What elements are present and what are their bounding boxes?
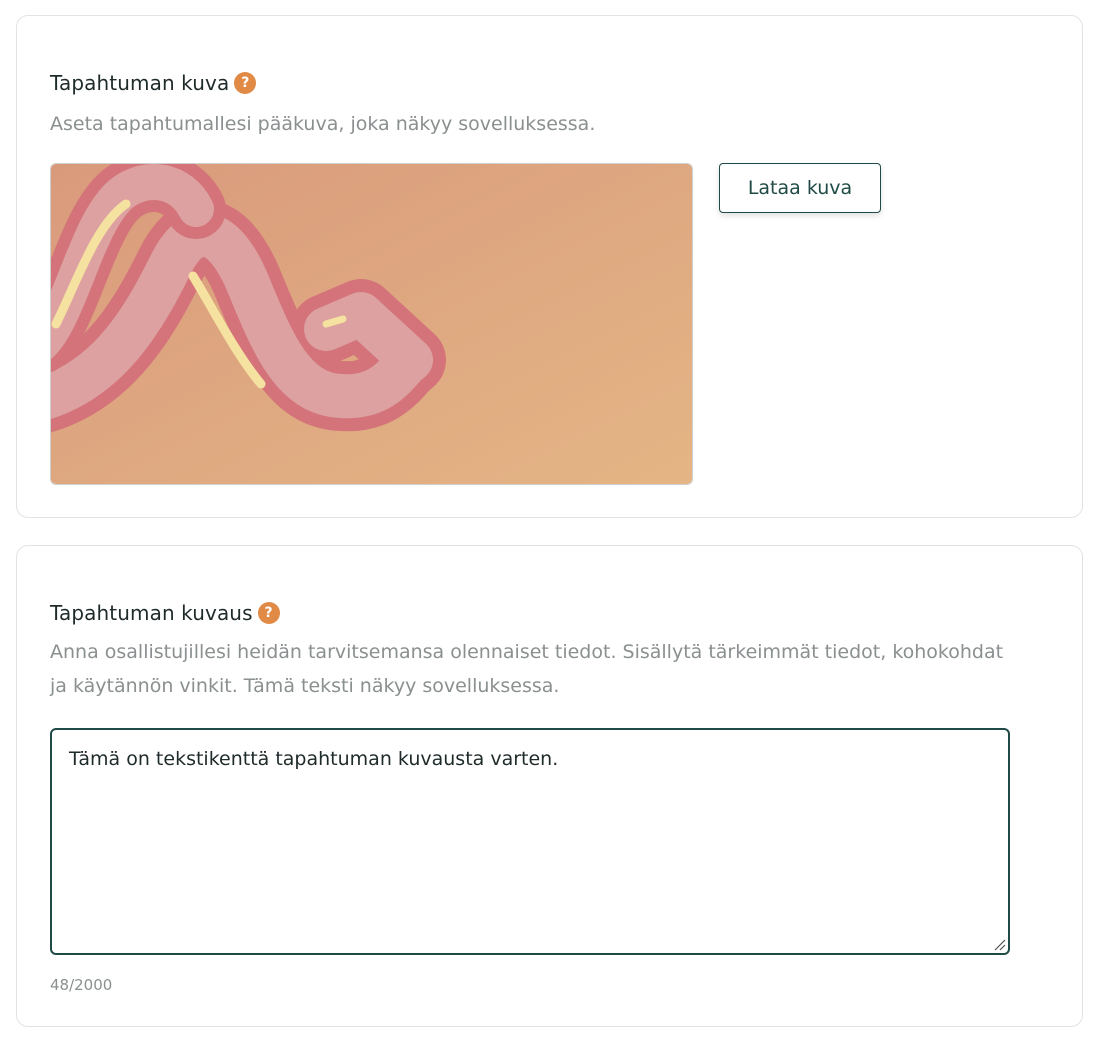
description-textarea[interactable]: [52, 730, 1008, 953]
character-counter: 48/2000: [50, 976, 113, 994]
description-textarea-wrapper: [50, 728, 1010, 955]
question-icon[interactable]: ?: [257, 602, 280, 624]
event-description-help-text: Anna osallistujillesi heidän tarvitseman…: [50, 641, 1004, 697]
event-image-title: Tapahtuman kuva ?: [50, 71, 257, 95]
event-image-title-label: Tapahtuman kuva: [50, 71, 230, 95]
event-image-card: Tapahtuman kuva ? Aseta tapahtumallesi p…: [16, 15, 1083, 518]
event-image-graphic: [51, 164, 692, 484]
event-description-card: Tapahtuman kuvaus ? Anna osallistujilles…: [16, 545, 1083, 1027]
event-description-title-label: Tapahtuman kuvaus: [50, 601, 253, 625]
event-image-preview: [50, 163, 693, 485]
question-icon[interactable]: ?: [234, 72, 257, 94]
resize-handle-icon[interactable]: [992, 937, 1006, 951]
upload-image-button[interactable]: Lataa kuva: [719, 163, 881, 213]
event-image-help-text: Aseta tapahtumallesi pääkuva, joka näkyy…: [50, 113, 596, 135]
event-description-title: Tapahtuman kuvaus ?: [50, 601, 280, 625]
